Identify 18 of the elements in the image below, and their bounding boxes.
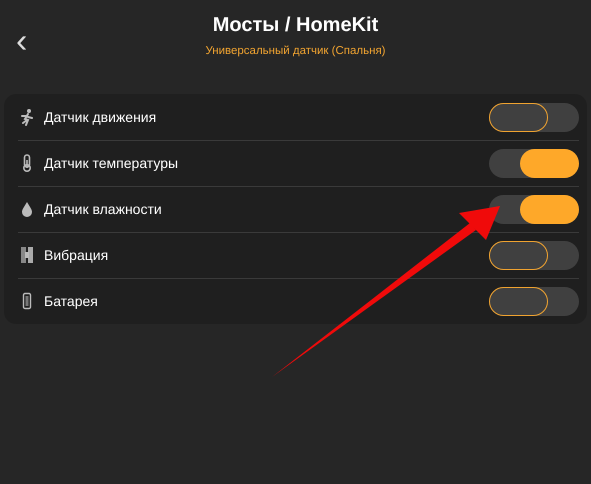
page-subtitle: Универсальный датчик (Спальня) <box>204 44 387 58</box>
battery-icon <box>20 292 34 310</box>
toggle-switch[interactable] <box>489 194 579 224</box>
running-figure-icon <box>20 108 34 126</box>
toggle-switch[interactable] <box>489 102 579 132</box>
toggle-switch[interactable] <box>489 240 579 270</box>
vibration-icon <box>20 246 34 264</box>
setting-label: Батарея <box>44 292 99 311</box>
setting-label: Вибрация <box>44 246 110 265</box>
back-button[interactable]: ‹ <box>12 26 32 56</box>
setting-label: Датчик влажности <box>44 200 163 219</box>
drop-icon <box>20 200 34 218</box>
page-title: Мосты / HomeKit <box>212 13 380 38</box>
toggle-switch[interactable] <box>489 286 579 316</box>
setting-label: Датчик температуры <box>44 154 180 173</box>
thermometer-icon <box>20 154 34 172</box>
setting-label: Датчик движения <box>44 108 158 127</box>
toggle-switch[interactable] <box>489 148 579 178</box>
